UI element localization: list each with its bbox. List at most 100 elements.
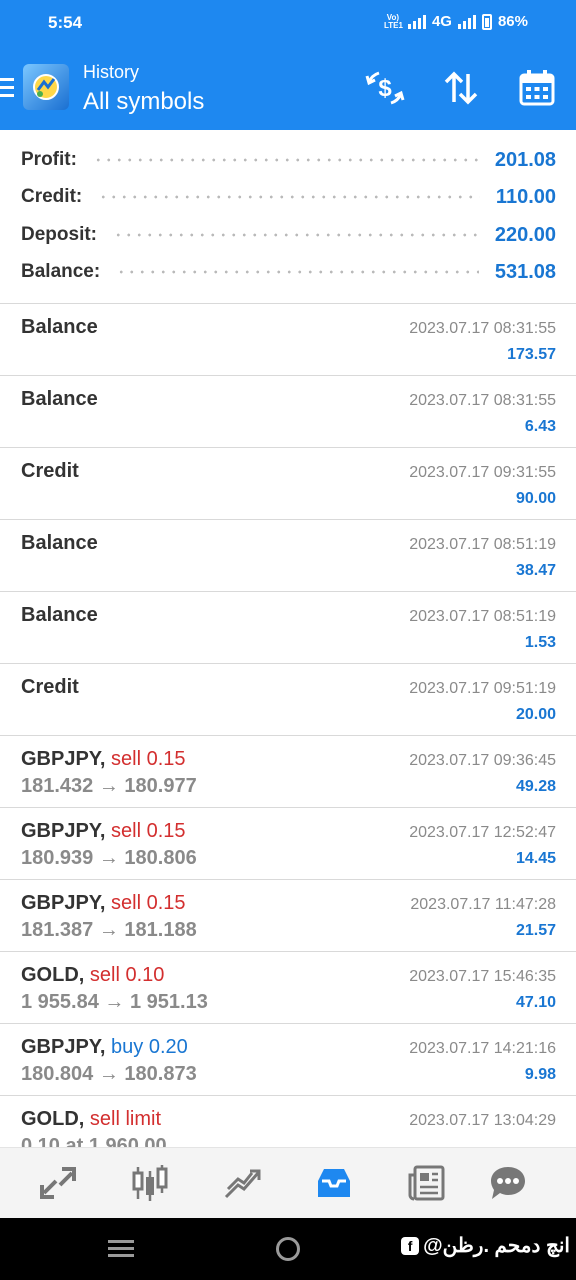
deal-amount: 20.00 <box>515 706 556 723</box>
operation-name: Balance <box>21 388 98 410</box>
summary-label: Profit: <box>21 149 77 170</box>
operation-name: Balance <box>21 316 98 338</box>
deals-list[interactable]: Balance 2023.07.17 08:31:55 173.57 Balan… <box>0 304 576 1147</box>
operation-name: Balance <box>21 532 98 554</box>
dot-leader <box>116 257 479 287</box>
deal-time: 2023.07.17 09:36:45 <box>409 752 556 769</box>
trade-symbol: GBPJPY, <box>21 748 106 770</box>
trade-title: GBPJPY, sell 0.15 <box>21 748 186 771</box>
trade-prices: 1 955.84 → 1 951.13 <box>21 991 208 1013</box>
page-title: History <box>83 62 140 82</box>
deal-amount: 38.47 <box>515 562 556 579</box>
status-bar: 5:54 Vo) LTE1 4G 86% <box>0 0 576 48</box>
signal-icon <box>407 14 426 29</box>
trade-action: sell 0.15 <box>111 820 186 842</box>
summary-value: 110.00 <box>495 185 556 208</box>
history-icon[interactable] <box>312 1161 356 1205</box>
deal-time: 2023.07.17 08:51:19 <box>409 608 556 625</box>
app-bar: History All symbols $ <box>0 48 576 130</box>
summary-row-balance: Balance: 531.08 <box>21 257 556 287</box>
trade-title: GBPJPY, sell 0.15 <box>21 820 186 843</box>
trade-symbol: GBPJPY, <box>21 1036 106 1058</box>
list-item[interactable]: GBPJPY, sell 0.15 180.939 → 180.806 2023… <box>0 808 576 880</box>
volte-label: Vo) LTE1 <box>383 12 403 30</box>
home-button[interactable] <box>276 1237 300 1261</box>
signal-icon-2 <box>457 14 476 29</box>
chat-icon[interactable] <box>486 1161 530 1205</box>
deal-time: 2023.07.17 08:31:55 <box>409 320 556 337</box>
summary-value: 201.08 <box>494 148 556 171</box>
trade-prices: 0.10 at 1 960.00 <box>21 1135 167 1147</box>
trade-title: GOLD, sell limit <box>21 1108 161 1131</box>
list-item[interactable]: GOLD, sell limit 0.10 at 1 960.00 2023.0… <box>0 1096 576 1147</box>
dot-leader <box>92 145 479 175</box>
chart-icon[interactable] <box>128 1161 172 1205</box>
list-item[interactable]: Credit 2023.07.17 09:51:19 20.00 <box>0 664 576 736</box>
list-item[interactable]: Balance 2023.07.17 08:31:55 173.57 <box>0 304 576 376</box>
deal-amount: 1.53 <box>524 634 556 651</box>
list-item[interactable]: Balance 2023.07.17 08:51:19 1.53 <box>0 592 576 664</box>
dollar-swap-icon[interactable]: $ <box>365 68 405 108</box>
symbol-filter[interactable]: All symbols <box>83 88 204 116</box>
summary-row-credit: Credit: 110.00 <box>21 182 556 212</box>
trade-symbol: GOLD, <box>21 1108 85 1130</box>
trade-prices: 181.387 → 181.188 <box>21 919 197 941</box>
deal-time: 2023.07.17 14:21:16 <box>409 1040 556 1057</box>
battery-label: 86% <box>497 13 528 30</box>
list-item[interactable]: Credit 2023.07.17 09:31:55 90.00 <box>0 448 576 520</box>
summary-value: 220.00 <box>494 223 556 246</box>
trade-symbol: GBPJPY, <box>21 892 106 914</box>
network-label: 4G <box>431 13 452 30</box>
trade-prices: 180.804 → 180.873 <box>21 1063 197 1085</box>
sort-icon[interactable] <box>441 68 481 108</box>
summary-label: Credit: <box>21 186 83 207</box>
recent-apps-button[interactable] <box>108 1240 134 1258</box>
svg-text:$: $ <box>378 75 392 102</box>
facebook-icon: f <box>401 1236 420 1255</box>
operation-name: Balance <box>21 604 98 626</box>
trade-action: sell 0.15 <box>111 892 186 914</box>
deal-time: 2023.07.17 08:31:55 <box>409 392 556 409</box>
deal-time: 2023.07.17 09:51:19 <box>409 680 556 697</box>
list-item[interactable]: Balance 2023.07.17 08:51:19 38.47 <box>0 520 576 592</box>
operation-name: Credit <box>21 460 79 482</box>
menu-icon[interactable] <box>0 78 14 98</box>
deal-amount: 14.45 <box>515 850 556 867</box>
trade-symbol: GOLD, <box>21 964 85 986</box>
list-item[interactable]: GBPJPY, sell 0.15 181.432 → 180.977 2023… <box>0 736 576 808</box>
deal-time: 2023.07.17 09:31:55 <box>409 464 556 481</box>
summary-row-profit: Profit: 201.08 <box>21 145 556 175</box>
summary-row-deposit: Deposit: 220.00 <box>21 220 556 250</box>
trade-prices: 180.939 → 180.806 <box>21 847 197 869</box>
deal-amount: 173.57 <box>507 346 556 363</box>
deal-time: 2023.07.17 13:04:29 <box>409 1112 556 1129</box>
trade-action: sell 0.10 <box>89 964 165 986</box>
status-indicators: Vo) LTE1 4G 86% <box>384 13 528 30</box>
deal-amount: 6.43 <box>524 418 556 435</box>
trade-title: GBPJPY, buy 0.20 <box>21 1036 188 1059</box>
system-navigation-bar: f انچ دمحم .رظن@ <box>0 1218 576 1280</box>
bottom-navigation <box>0 1147 576 1218</box>
trade-action: buy 0.20 <box>111 1036 188 1058</box>
trade-action: sell 0.15 <box>111 748 186 770</box>
trade-action: sell limit <box>89 1108 162 1130</box>
deal-amount: 47.10 <box>515 994 556 1011</box>
list-item[interactable]: GBPJPY, sell 0.15 181.387 → 181.188 2023… <box>0 880 576 952</box>
list-item[interactable]: Balance 2023.07.17 08:31:55 6.43 <box>0 376 576 448</box>
metatrader-logo[interactable] <box>23 64 69 110</box>
calendar-icon[interactable] <box>517 68 557 108</box>
dot-leader <box>113 220 479 250</box>
quotes-icon[interactable] <box>36 1161 80 1205</box>
status-time: 5:54 <box>48 13 83 32</box>
deal-time: 2023.07.17 12:52:47 <box>409 824 556 841</box>
list-item[interactable]: GBPJPY, buy 0.20 180.804 → 180.873 2023.… <box>0 1024 576 1096</box>
watermark-text: انچ دمحم .رظن@ <box>423 1235 570 1257</box>
deal-amount: 21.57 <box>515 922 556 939</box>
deal-amount: 49.28 <box>515 778 556 795</box>
deal-amount: 90.00 <box>515 490 556 507</box>
trade-icon[interactable] <box>220 1161 264 1205</box>
summary-label: Deposit: <box>21 224 97 245</box>
trade-prices: 181.432 → 180.977 <box>21 775 197 797</box>
news-icon[interactable] <box>404 1161 448 1205</box>
list-item[interactable]: GOLD, sell 0.10 1 955.84 → 1 951.13 2023… <box>0 952 576 1024</box>
